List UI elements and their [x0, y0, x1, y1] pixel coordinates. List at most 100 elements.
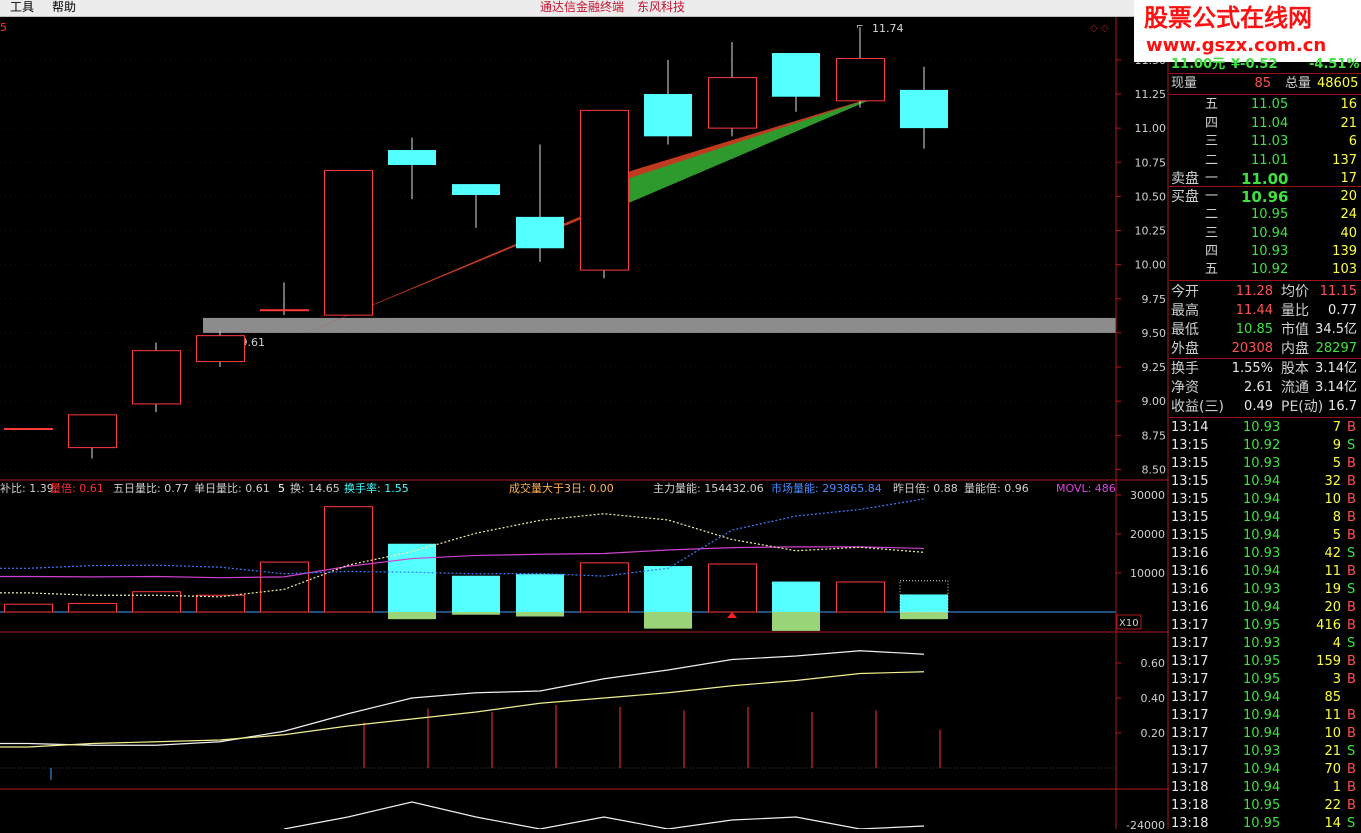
- tick-price: 10.93: [1243, 636, 1281, 651]
- tick-volume: 159: [1316, 654, 1341, 669]
- tick-price: 10.95: [1243, 654, 1281, 669]
- tick-volume: 42: [1324, 546, 1341, 561]
- stat-label: 换手: [1171, 361, 1199, 377]
- tick-row: 13:16 10.93 19 S: [1169, 581, 1361, 599]
- price-panel: 11.5011.2511.0010.7510.5010.2510.009.759…: [0, 22, 1166, 476]
- menu-help[interactable]: 帮助: [52, 0, 76, 15]
- menu-tools[interactable]: 工具: [10, 0, 34, 15]
- watermark-logo: 股票公式在线网 www.gszx.com.cn: [1134, 0, 1361, 62]
- candle-body: [580, 109, 629, 271]
- tick-row: 13:15 10.93 5 B: [1169, 455, 1361, 473]
- stat-value: 28297: [1315, 341, 1357, 356]
- tick-time: 13:16: [1171, 600, 1209, 615]
- candle-body: [4, 427, 53, 430]
- tick-side: B: [1347, 708, 1356, 723]
- stat-row: 最高 11.44 量比 0.77: [1169, 302, 1361, 320]
- tick-price: 10.94: [1243, 780, 1281, 795]
- volume-ma-blue: [0, 498, 925, 577]
- tick-time: 13:15: [1171, 474, 1209, 489]
- tick-time: 13:15: [1171, 456, 1209, 471]
- volume-header-item: MOVL: 486: [1056, 482, 1116, 495]
- tick-time: 13:17: [1171, 690, 1209, 705]
- volume-tick-label: 30000: [1130, 489, 1165, 502]
- volume-up-marker: [727, 612, 737, 618]
- bid-volume: 103: [1332, 262, 1357, 278]
- volume-neg-bar: [388, 612, 436, 620]
- stat-value: 16.7: [1328, 399, 1357, 414]
- tick-time: 13:17: [1171, 618, 1209, 633]
- bid-price: 10.95: [1251, 207, 1289, 223]
- stat-row: 收益(三) 0.49 PE(动) 16.7: [1169, 398, 1361, 416]
- tick-row: 13:14 10.93 7 B: [1169, 419, 1361, 437]
- tick-row: 13:18 10.95 14 S: [1169, 815, 1361, 833]
- stat-label: 流通: [1281, 380, 1309, 396]
- price-tick-label: 10.50: [1135, 190, 1167, 203]
- volume-header-item: 五日量比: 0.77: [113, 482, 189, 495]
- tick-side: B: [1347, 492, 1356, 507]
- tick-side: B: [1347, 528, 1356, 543]
- volume-header-item: 换手率: 1.55: [344, 481, 409, 495]
- volume-neg-bar: [772, 612, 820, 631]
- volume-neg-bar: [644, 612, 692, 629]
- bid-volume: 40: [1340, 225, 1357, 241]
- tick-price: 10.94: [1243, 492, 1281, 507]
- tick-side: B: [1347, 780, 1356, 795]
- quote-pct-partial: -4.51%: [1309, 57, 1360, 72]
- stat-value: 0.77: [1328, 303, 1357, 318]
- tick-price: 10.94: [1243, 726, 1281, 741]
- tick-price: 10.95: [1243, 798, 1281, 813]
- stat-value: 20308: [1231, 341, 1273, 356]
- stat-label: 今开: [1171, 284, 1199, 300]
- stat-label: 最低: [1171, 322, 1199, 338]
- price-tick-label: 10.25: [1135, 225, 1167, 238]
- ask-volume: 21: [1340, 115, 1357, 131]
- candle-body: [68, 414, 117, 449]
- tick-row: 13:16 10.94 20 B: [1169, 599, 1361, 617]
- tick-price: 10.95: [1243, 618, 1281, 633]
- price-tick-label: 10.00: [1135, 259, 1167, 272]
- bid-level: 五: [1205, 262, 1219, 278]
- tick-row: 13:15 10.94 10 B: [1169, 491, 1361, 509]
- tick-time: 13:18: [1171, 816, 1209, 831]
- tick-price: 10.94: [1243, 528, 1281, 543]
- total-volume-label: 总量: [1285, 76, 1312, 91]
- volume-header-item: 主力量能: 154432.06: [653, 481, 764, 495]
- tick-row: 13:15 10.94 8 B: [1169, 509, 1361, 527]
- tick-side: S: [1347, 582, 1356, 597]
- tick-price: 10.94: [1243, 600, 1281, 615]
- tick-volume: 22: [1324, 798, 1341, 813]
- tick-price: 10.94: [1243, 762, 1281, 777]
- tick-volume: 11: [1324, 708, 1341, 723]
- indicator-line-yellow: [0, 671, 925, 748]
- tick-time: 13:17: [1171, 762, 1209, 777]
- tick-time: 13:14: [1171, 420, 1209, 435]
- tick-row: 13:17 10.93 21 S: [1169, 743, 1361, 761]
- candle-body: [708, 77, 757, 129]
- ask-price: 11.04: [1251, 115, 1289, 131]
- tick-row: 13:15 10.94 5 B: [1169, 527, 1361, 545]
- indicator-panel: 0.60 0.40 0.20: [0, 650, 1166, 780]
- x10-label: X10: [1119, 618, 1139, 629]
- volume-neg-bar: [516, 612, 564, 617]
- quote-panel: 11.00元 ¥-0.52 -4.51% 现量 85 总量 48605 五 11.…: [1169, 57, 1361, 831]
- tick-side: B: [1347, 618, 1356, 633]
- volume-neg-bar: [900, 612, 948, 620]
- stat-value: 11.15: [1319, 284, 1357, 299]
- stat-value: 3.14亿: [1315, 380, 1357, 395]
- volume-header-item: 量倍: 0.61: [50, 481, 104, 495]
- bid-price: 10.94: [1251, 225, 1289, 241]
- bid-row: 买盘一 10.96 20: [1169, 188, 1361, 206]
- tick-row: 13:17 10.95 159 B: [1169, 653, 1361, 671]
- stat-value: 3.14亿: [1315, 361, 1357, 376]
- tick-price: 10.93: [1243, 456, 1281, 471]
- tick-row: 13:15 10.92 9 S: [1169, 437, 1361, 455]
- stat-label: 外盘: [1171, 341, 1199, 357]
- tick-row: 13:18 10.95 22 B: [1169, 797, 1361, 815]
- chart-area[interactable]: 5 11.5011.2511.0010.7510.5010.2510.009.7…: [0, 17, 1169, 829]
- tick-row: 13:17 10.94 70 B: [1169, 761, 1361, 779]
- indicator-tick-label: 0.20: [1141, 727, 1166, 740]
- bid-level: 四: [1205, 243, 1219, 259]
- ask-level: 四: [1205, 115, 1219, 131]
- candle-body: [516, 216, 564, 249]
- stat-value: 11.44: [1235, 303, 1273, 318]
